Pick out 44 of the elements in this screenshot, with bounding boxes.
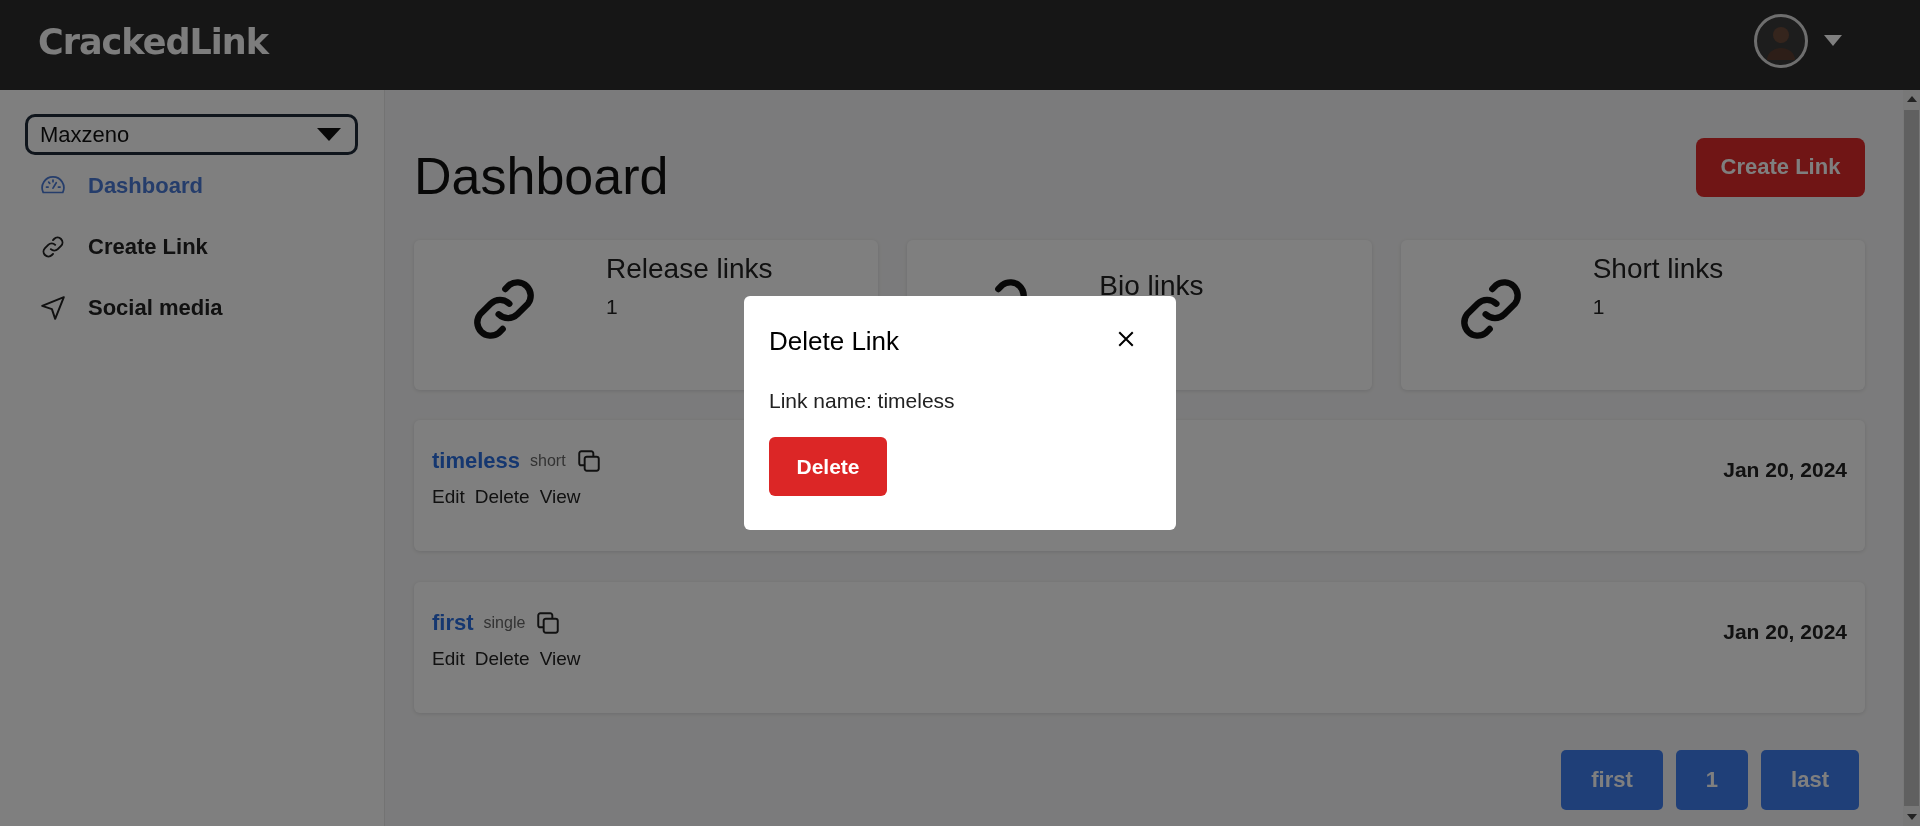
dialog-title: Delete Link — [769, 326, 900, 357]
create-link-button[interactable]: Create Link — [1696, 137, 1865, 197]
nav-item[interactable]: Social media — [40, 277, 384, 338]
link-icon — [1458, 277, 1523, 341]
page-button[interactable]: first — [1561, 750, 1663, 810]
navigation-arrow-icon — [40, 294, 66, 321]
stat-label: Short links — [1592, 253, 1724, 285]
action-link[interactable]: View — [539, 648, 581, 670]
scroll-down-icon — [1906, 814, 1917, 820]
scroll-up-icon — [1906, 96, 1917, 102]
avatar-icon — [1754, 14, 1808, 68]
link-date: Jan 20, 2024 — [1723, 620, 1847, 645]
page-button[interactable]: last — [1761, 750, 1859, 810]
caret-icon — [317, 127, 341, 142]
logo[interactable]: CrackedLink — [38, 22, 268, 62]
link-date: Jan 20, 2024 — [1723, 458, 1847, 483]
stat-label: Bio links — [1099, 270, 1204, 302]
stat-count: 1 — [606, 295, 619, 319]
copy-icon — [535, 610, 562, 636]
copy-icon — [575, 448, 602, 474]
account-select[interactable]: Maxzeno — [25, 114, 358, 155]
action-link[interactable]: Edit — [432, 486, 465, 508]
link-type: short — [530, 452, 566, 470]
modal-backdrop[interactable] — [0, 0, 1920, 826]
page-title: Dashboard — [414, 146, 669, 206]
link-name[interactable]: first — [432, 610, 474, 636]
link-icon — [472, 277, 536, 341]
link-name[interactable]: timeless — [432, 448, 521, 474]
close-icon[interactable] — [1117, 329, 1135, 348]
action-link[interactable]: View — [539, 486, 581, 508]
stat-count: 1 — [1592, 295, 1606, 319]
action-link[interactable]: Edit — [432, 648, 465, 670]
action-link[interactable]: Delete — [474, 486, 530, 508]
page-button[interactable]: 1 — [1675, 750, 1749, 810]
stat-label: Release links — [606, 253, 773, 285]
dialog-text: Link name: timeless — [769, 389, 956, 413]
caret-icon — [1824, 35, 1842, 47]
nav-item[interactable]: Create Link — [40, 216, 384, 277]
delete-button[interactable]: Delete — [769, 437, 887, 496]
scroll-thumb[interactable] — [1904, 110, 1919, 806]
scrollbar[interactable] — [1903, 90, 1920, 826]
action-link[interactable]: Delete — [474, 648, 530, 670]
nav-item[interactable]: Dashboard — [40, 155, 384, 216]
link-type: single — [483, 614, 526, 632]
